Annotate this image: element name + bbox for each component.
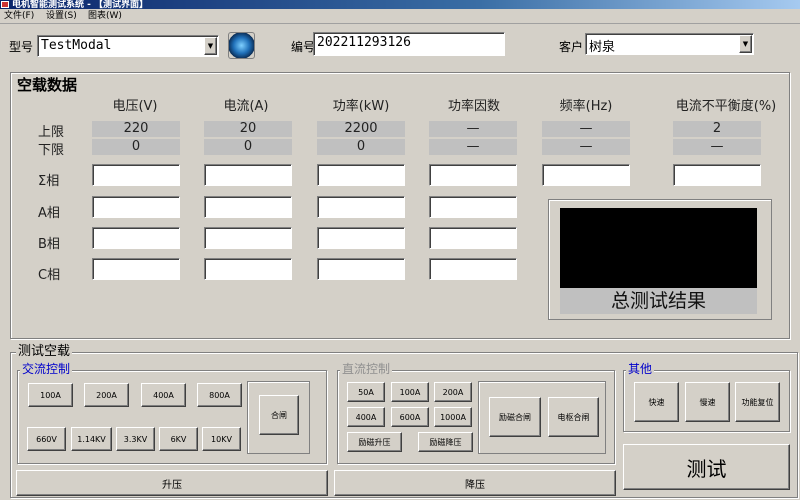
chevron-down-icon[interactable]: ▼: [204, 37, 217, 55]
dc-600a-button[interactable]: 600A: [391, 407, 429, 427]
upper-limit-label: 上限: [38, 125, 65, 140]
a-power-factor-field[interactable]: [429, 196, 517, 218]
result-label: 总测试结果: [560, 288, 757, 314]
ac-10kv-button[interactable]: 10KV: [202, 427, 241, 451]
customer-value: 树泉: [589, 40, 616, 55]
model-label: 型号: [9, 40, 34, 54]
fast-button[interactable]: 快速: [634, 382, 679, 422]
serial-label: 编号: [291, 40, 316, 54]
ac-control-title: 交流控制: [20, 362, 73, 376]
serial-field[interactable]: 202211293126: [313, 32, 505, 56]
model-select[interactable]: TestModal ▼: [37, 35, 219, 57]
menu-chart[interactable]: 图表(W): [88, 10, 122, 22]
menu-settings[interactable]: 设置(S): [46, 10, 77, 22]
c-power-factor-field[interactable]: [429, 258, 517, 280]
lower-imbalance: —: [673, 139, 761, 155]
dc-control-title: 直流控制: [340, 362, 393, 376]
b-voltage-field[interactable]: [92, 227, 180, 249]
dc-200a-button[interactable]: 200A: [434, 382, 472, 402]
sigma-power-field[interactable]: [317, 164, 405, 186]
header-current-imbalance: 电流不平衡度(%): [675, 99, 777, 114]
test-button[interactable]: 测试: [623, 444, 790, 490]
c-voltage-field[interactable]: [92, 258, 180, 280]
a-current-field[interactable]: [204, 196, 292, 218]
dc-400a-button[interactable]: 400A: [347, 407, 385, 427]
lower-voltage: 0: [92, 139, 180, 155]
ac-close-button[interactable]: 合闸: [259, 395, 299, 435]
app-icon: [1, 1, 9, 8]
c-current-field[interactable]: [204, 258, 292, 280]
ac-660v-button[interactable]: 660V: [27, 427, 66, 451]
ac-6kv-button[interactable]: 6KV: [159, 427, 198, 451]
lower-power: 0: [317, 139, 405, 155]
function-reset-button[interactable]: 功能复位: [735, 382, 780, 422]
menu-file[interactable]: 文件(F): [4, 10, 34, 22]
excitation-close-button[interactable]: 励磁合闸: [489, 397, 541, 437]
a-voltage-field[interactable]: [92, 196, 180, 218]
ac-800a-button[interactable]: 800A: [197, 383, 242, 407]
ac-100a-button[interactable]: 100A: [28, 383, 73, 407]
row-label-c: C相: [38, 268, 61, 283]
model-value: TestModal: [41, 38, 112, 53]
sigma-voltage-field[interactable]: [92, 164, 180, 186]
sigma-frequency-field[interactable]: [542, 164, 630, 186]
other-title: 其他: [626, 362, 655, 376]
row-label-a: A相: [38, 206, 60, 221]
ac-200a-button[interactable]: 200A: [84, 383, 129, 407]
lower-limit-label: 下限: [38, 143, 65, 158]
b-current-field[interactable]: [204, 227, 292, 249]
ac-400a-button[interactable]: 400A: [141, 383, 186, 407]
header-power-factor: 功率因数: [447, 99, 500, 114]
ac-3.3kv-button[interactable]: 3.3KV: [116, 427, 155, 451]
excitation-raise-button[interactable]: 励磁升压: [347, 432, 402, 452]
upper-power-factor: —: [429, 121, 517, 137]
slow-button[interactable]: 慢速: [685, 382, 730, 422]
upper-frequency: —: [542, 121, 630, 137]
lower-voltage-button[interactable]: 降压: [334, 470, 616, 496]
serial-value: 202211293126: [317, 35, 411, 50]
armature-close-button[interactable]: 电枢合闸: [548, 397, 599, 437]
noload-title: 空载数据: [15, 76, 80, 94]
a-power-field[interactable]: [317, 196, 405, 218]
header-power: 功率(kW): [332, 99, 390, 114]
dc-50a-button[interactable]: 50A: [347, 382, 385, 402]
upper-voltage: 220: [92, 121, 180, 137]
title-bar: 电机智能测试系统 - 【测试界面】: [0, 0, 800, 9]
header-voltage: 电压(V): [112, 99, 158, 114]
header-current: 电流(A): [223, 99, 269, 114]
lower-power-factor: —: [429, 139, 517, 155]
c-power-field[interactable]: [317, 258, 405, 280]
lower-current: 0: [204, 139, 292, 155]
connect-icon[interactable]: [228, 32, 255, 59]
chevron-down-icon[interactable]: ▼: [739, 35, 752, 53]
customer-select[interactable]: 树泉 ▼: [585, 33, 754, 55]
upper-imbalance: 2: [673, 121, 761, 137]
upper-current: 20: [204, 121, 292, 137]
result-display: [560, 208, 757, 288]
window-title: 电机智能测试系统 - 【测试界面】: [12, 0, 149, 9]
dc-1000a-button[interactable]: 1000A: [434, 407, 472, 427]
raise-voltage-button[interactable]: 升压: [16, 470, 328, 496]
menu-bar: 文件(F) 设置(S) 图表(W): [0, 9, 800, 24]
dc-100a-button[interactable]: 100A: [391, 382, 429, 402]
ac-1.14kv-button[interactable]: 1.14KV: [71, 427, 112, 451]
test-noload-title: 测试空载: [16, 344, 73, 359]
customer-label: 客户: [559, 40, 584, 54]
sigma-power-factor-field[interactable]: [429, 164, 517, 186]
upper-power: 2200: [317, 121, 405, 137]
row-label-b: B相: [38, 237, 60, 252]
sigma-imbalance-field[interactable]: [673, 164, 761, 186]
header-frequency: 频率(Hz): [559, 99, 613, 114]
b-power-factor-field[interactable]: [429, 227, 517, 249]
excitation-lower-button[interactable]: 励磁降压: [418, 432, 473, 452]
b-power-field[interactable]: [317, 227, 405, 249]
row-label-sigma: Σ相: [38, 174, 60, 189]
lower-frequency: —: [542, 139, 630, 155]
sigma-current-field[interactable]: [204, 164, 292, 186]
